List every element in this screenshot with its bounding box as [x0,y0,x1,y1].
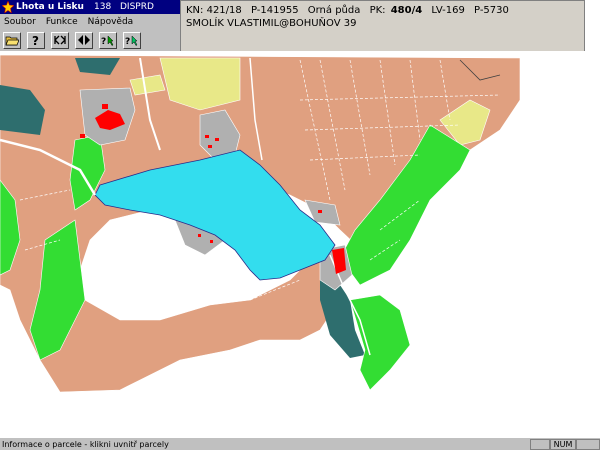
app-logo-icon [2,1,14,13]
lv-number: LV-169 [431,5,465,16]
window-title: Lhota u Lisku [16,2,84,12]
zoom-extent-icon [54,35,66,45]
menu-soubor[interactable]: Soubor [0,17,42,27]
pk-value: 480/4 [390,5,423,16]
select-icon: ? [125,35,138,46]
status-cell-empty [530,438,550,450]
zoom-in-out-button[interactable] [75,31,93,49]
parcel-p-number: P-141955 [250,5,299,16]
identify-icon: ? [101,35,114,46]
menu-bar: Soubor Funkce Nápověda [0,14,180,29]
status-message: Informace o parcele - klikni uvnitř parc… [2,439,169,449]
identify-button[interactable]: ? [99,31,117,49]
menu-funkce[interactable]: Funkce [42,17,84,27]
title-bar: Lhota u Lisku 138 DISPRD [0,0,180,14]
help-button[interactable]: ? [27,31,45,49]
parcel-p2-number: P-5730 [474,5,509,16]
svg-text:?: ? [32,34,39,46]
zoom-in-out-icon [78,35,90,45]
svg-text:?: ? [125,37,130,46]
status-cell-empty [576,438,600,450]
cadastral-map[interactable] [0,51,600,437]
pk-label: PK: [369,5,386,16]
svg-text:?: ? [101,37,106,46]
land-use: Orná půda [307,5,361,16]
zoom-extent-button[interactable] [51,31,69,49]
kn-number: KN: 421/18 [186,5,242,16]
help-icon: ? [32,34,39,46]
app-name: DISPRD [120,2,154,12]
num-lock-indicator: NUM [550,438,576,450]
owner-line: SMOLÍK VLASTIMIL@BOHUŇOV 39 [186,18,357,29]
select-button[interactable]: ? [123,31,141,49]
parcel-info-panel: KN: 421/18 P-141955 Orná půda PK: 480/4 … [180,0,585,55]
open-button[interactable] [3,31,21,49]
parcel-info-line: KN: 421/18 P-141955 Orná půda PK: 480/4 … [186,4,579,17]
toolbar: ? ? ? [0,29,180,51]
window-number: 138 [94,2,112,12]
menu-napoveda[interactable]: Nápověda [84,17,140,27]
open-folder-icon [5,36,19,46]
status-bar: Informace o parcele - klikni uvnitř parc… [0,437,600,450]
